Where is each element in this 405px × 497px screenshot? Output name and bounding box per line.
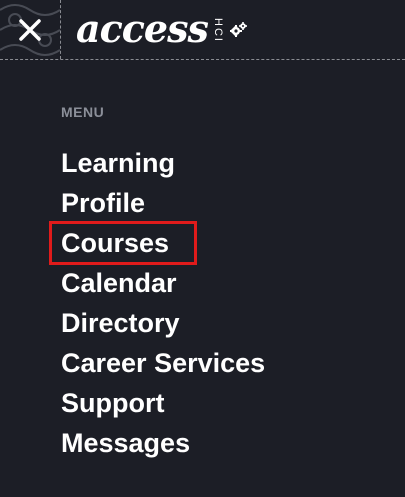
menu-item-profile[interactable]: Profile xyxy=(61,183,265,223)
menu-item-support[interactable]: Support xyxy=(61,383,265,423)
menu-item-career-services[interactable]: Career Services xyxy=(61,343,265,383)
top-bar: access HCI xyxy=(0,0,405,60)
close-button[interactable] xyxy=(10,10,50,50)
settings-button[interactable] xyxy=(228,19,250,41)
menu-item-messages[interactable]: Messages xyxy=(61,423,265,463)
header-divider xyxy=(60,0,61,59)
menu-item-calendar[interactable]: Calendar xyxy=(61,263,265,303)
logo-subtext: HCI xyxy=(211,17,224,43)
courses-highlight-box xyxy=(49,221,197,265)
menu-list: Learning Profile Courses Calendar Direct… xyxy=(61,143,265,463)
app-screen: access HCI MENU Learning Profile Courses… xyxy=(0,0,405,497)
gears-icon xyxy=(230,22,247,37)
close-icon xyxy=(19,19,41,41)
app-logo[interactable]: access HCI xyxy=(76,6,224,52)
menu-heading: MENU xyxy=(61,104,105,120)
menu-item-directory[interactable]: Directory xyxy=(61,303,265,343)
logo-text: access xyxy=(76,6,209,51)
menu-item-learning[interactable]: Learning xyxy=(61,143,265,183)
